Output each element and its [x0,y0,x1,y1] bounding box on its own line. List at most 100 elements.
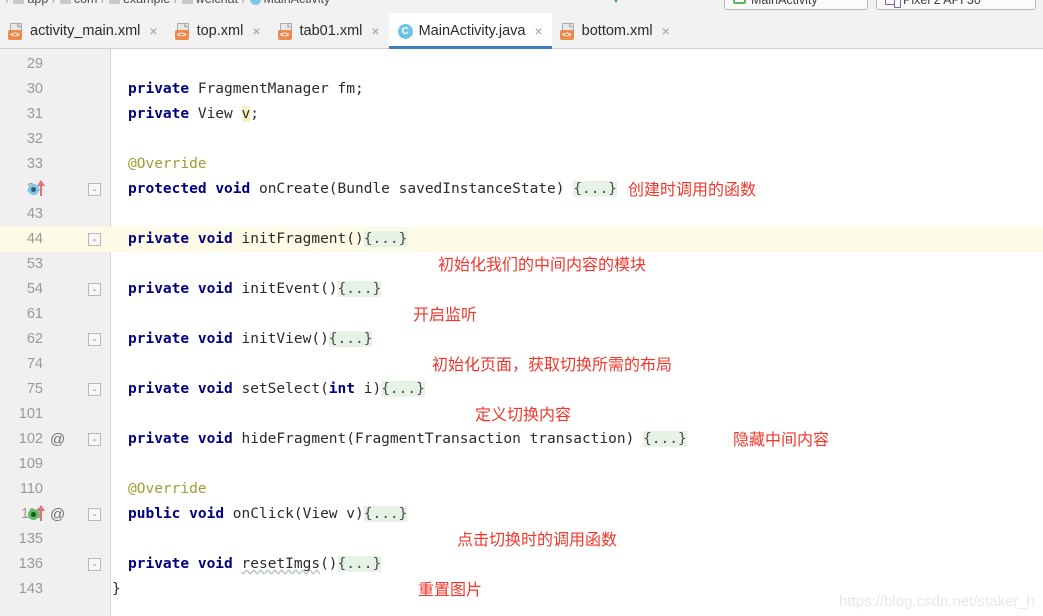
editor-tab-label: top.xml [196,23,244,39]
line-number: 29 [26,56,43,72]
java-class-icon: C [397,23,413,40]
line-number: 33 [26,156,43,172]
fold-toggle-icon[interactable]: - [88,183,101,196]
close-icon[interactable]: × [371,24,379,38]
close-icon[interactable]: × [252,24,260,38]
fold-toggle-icon[interactable]: - [88,283,101,296]
annotation-note: 重置图片 [418,580,483,599]
fold-toggle-icon[interactable]: - [88,558,101,571]
code-row[interactable]: 43 [0,202,1043,227]
code-line[interactable]: public void onClick(View v){...} [128,502,408,527]
run-configuration-selector[interactable]: MainActivity [724,0,868,10]
folder-icon [108,0,120,4]
breadcrumb-item-1[interactable]: com [59,0,97,6]
code-row[interactable]: 53 初始化我们的中间内容的模块 [0,252,1043,277]
breadcrumb-label: app [27,0,48,6]
line-number: 62 [26,331,43,347]
code-line[interactable]: private void initFragment(){...} [128,227,408,252]
folder-icon [59,0,71,4]
fold-toggle-icon[interactable]: - [88,233,101,246]
close-icon[interactable]: × [662,24,670,38]
code-row[interactable]: 110 @Override [0,477,1043,502]
device-selector[interactable]: Pixel 2 API 30 [876,0,1036,10]
breadcrumb-label: weichat [196,0,238,6]
fold-toggle-icon[interactable]: - [88,508,101,521]
code-row[interactable]: 111@-public void onClick(View v){...} [0,502,1043,527]
code-row[interactable]: 109 [0,452,1043,477]
code-row[interactable]: 102 @ - private void hideFragment(FragmentT… [0,427,1043,452]
annotation-marker-icon[interactable]: @ [50,427,65,452]
code-row[interactable]: 44 - private void initFragment(){...} [0,227,1043,252]
code-line[interactable]: @Override [128,152,207,177]
code-row[interactable]: 32 [0,127,1043,152]
line-number: 54 [26,281,43,297]
editor-tab-activity-main-xml[interactable]: <> activity_main.xml × [0,13,167,49]
line-number: 109 [18,456,43,472]
ide-window: / app / com / example / weichat / [0,0,1043,616]
fold-toggle-icon[interactable]: - [88,383,101,396]
code-line[interactable]: private void setSelect(int i){...} [128,377,425,402]
code-row[interactable]: 75 - private void setSelect(int i){...} [0,377,1043,402]
breadcrumb-label: MainActivity [264,0,331,6]
code-row[interactable]: 31 private View v; [0,102,1043,127]
breadcrumb-item-3[interactable]: weichat [181,0,238,6]
device-label: Pixel 2 API 30 [903,0,981,7]
code-row[interactable]: 54 - private void initEvent(){...} [0,277,1043,302]
code-row[interactable]: 61 开启监听 [0,302,1043,327]
code-row[interactable]: 74 初始化页面，获取切换所需的布局 [0,352,1043,377]
code-line[interactable]: private void resetImgs(){...} [128,552,382,577]
annotation-note: 初始化页面，获取切换所需的布局 [432,355,673,374]
editor-tab-mainactivity-java[interactable]: C MainActivity.java × [388,13,552,49]
code-line[interactable]: private void hideFragment(FragmentTransa… [128,427,687,452]
line-number: 110 [19,481,43,497]
overrides-method-icon[interactable] [28,180,53,197]
code-line[interactable]: private FragmentManager fm; [128,77,364,102]
xml-file-icon: <> [559,22,576,40]
editor-tab-label: MainActivity.java [418,23,526,39]
device-icon [885,0,901,8]
code-line[interactable]: } [112,577,121,602]
code-line[interactable]: private void initView(){...} [128,327,373,352]
fold-toggle-icon[interactable]: - [88,433,101,446]
line-number: 30 [26,81,43,97]
code-row[interactable]: 33 @Override [0,152,1043,177]
editor-tab-bottom-xml[interactable]: <> bottom.xml × [552,13,679,49]
editor-tab-top-xml[interactable]: <> top.xml × [167,13,270,49]
code-row[interactable]: 29 [0,52,1043,77]
code-line[interactable]: @Override [128,477,207,502]
watermark: https://blog.csdn.net/staker_h [839,593,1035,610]
close-icon[interactable]: × [534,24,542,38]
code-line[interactable]: protected void onCreate(Bundle savedInst… [128,177,617,202]
breadcrumb-label: example [123,0,170,6]
xml-file-icon: <> [174,22,191,40]
breadcrumb-item-2[interactable]: example [108,0,170,6]
code-line[interactable]: private void initEvent(){...} [128,277,382,302]
annotation-marker-icon[interactable]: @ [50,502,65,527]
fold-toggle-icon[interactable]: - [88,333,101,346]
annotation-note: 隐藏中间内容 [733,430,830,449]
code-row[interactable]: 135 点击切换时的调用函数 [0,527,1043,552]
run-configuration-label: MainActivity [751,0,818,7]
code-row[interactable]: 30 private FragmentManager fm; [0,77,1043,102]
annotation-note: 开启监听 [413,305,478,324]
line-number: 102 [18,431,43,447]
editor-tab-bar: <> activity_main.xml × <> top.xml × <> tab01.xm… [0,13,1043,49]
close-icon[interactable]: × [149,24,157,38]
code-row[interactable]: 62 - private void initView(){...} [0,327,1043,352]
line-number: 136 [18,556,43,572]
annotation-note: 点击切换时的调用函数 [457,530,618,549]
code-row[interactable]: 101 定义切换内容 [0,402,1043,427]
android-run-icon [733,0,746,4]
code-row[interactable]: 34-protected void onCreate(Bundle savedI… [0,177,1043,202]
breadcrumb-item-4[interactable]: MainActivity [249,0,331,6]
breadcrumb-separator: / [52,0,55,6]
code-line[interactable]: private View v; [128,102,259,127]
line-number: 75 [26,381,43,397]
editor-tab-tab01-xml[interactable]: <> tab01.xml × [270,13,389,49]
code-row[interactable]: 136 - private void resetImgs(){...} [0,552,1043,577]
code-editor[interactable]: 29 30 private FragmentManager fm; 31 private… [0,49,1043,616]
breadcrumb[interactable]: / app / com / example / weichat / [6,0,330,6]
breadcrumb-item-0[interactable]: app [13,0,48,6]
run-arrow-icon[interactable] [611,0,621,3]
folder-icon [181,0,193,4]
